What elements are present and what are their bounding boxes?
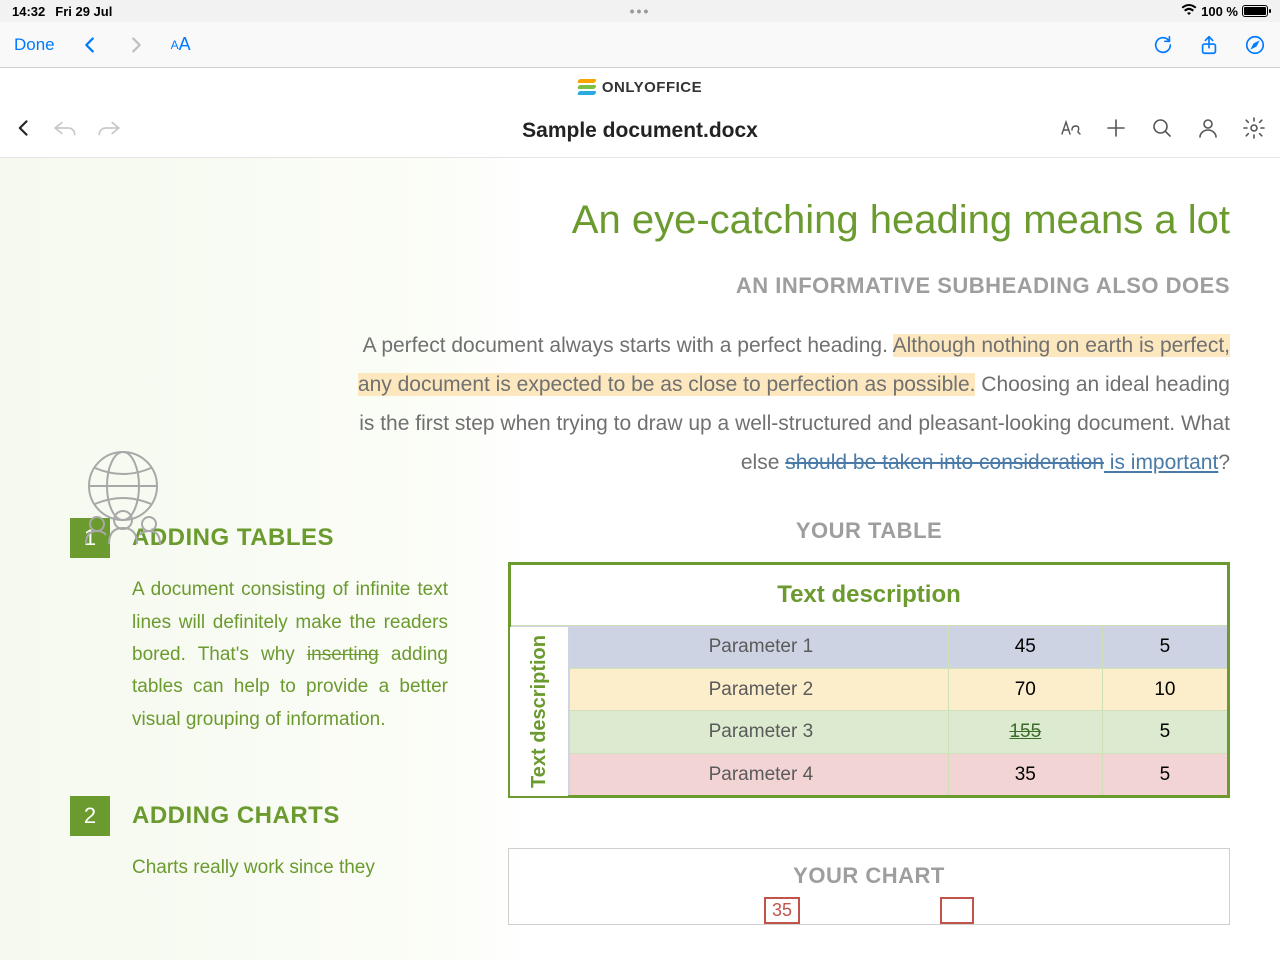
tracked-delete: should be taken into consideration (785, 451, 1104, 474)
table-cell: 5 (1102, 626, 1228, 668)
battery-icon (1242, 5, 1268, 17)
sample-table[interactable]: Text description Text description Parame… (508, 562, 1230, 798)
doc-heading-1[interactable]: An eye-catching heading means a lot (18, 198, 1230, 243)
table-side-header: Text description (510, 626, 570, 797)
table-cell: 5 (1102, 753, 1228, 797)
intro-paragraph[interactable]: A perfect document always starts with a … (18, 327, 1230, 482)
browser-toolbar: Done AA (0, 22, 1280, 68)
tracked-delete: inserting (307, 644, 379, 665)
done-button[interactable]: Done (14, 35, 55, 55)
add-icon[interactable] (1104, 116, 1128, 145)
section-number: 2 (70, 796, 110, 836)
undo-button[interactable] (52, 118, 78, 143)
nav-back-button[interactable] (79, 34, 101, 56)
brand-label: ONLYOFFICE (602, 79, 702, 96)
text-size-button[interactable]: AA (171, 34, 191, 55)
table-cell: 10 (1102, 668, 1228, 710)
sample-chart[interactable]: YOUR CHART 35 (508, 848, 1230, 925)
status-handle-dots: ••• (630, 3, 651, 19)
table-cell: Parameter 1 (570, 626, 949, 668)
app-brand: ONLYOFFICE (578, 78, 702, 96)
table-cell: 5 (1102, 711, 1228, 753)
back-button[interactable] (14, 114, 34, 147)
section-title: ADDING CHARTS (132, 802, 340, 830)
compass-icon[interactable] (1244, 34, 1266, 56)
share-button[interactable] (1198, 34, 1220, 56)
tracked-insert: is important (1104, 451, 1218, 474)
status-date: Fri 29 Jul (55, 4, 112, 19)
table-cell: 155 (948, 711, 1102, 753)
search-icon[interactable] (1150, 116, 1174, 145)
status-time: 14:32 (12, 4, 45, 19)
document-title: Sample document.docx (522, 119, 758, 143)
table-cell: Parameter 3 (570, 711, 949, 753)
wifi-icon (1181, 4, 1197, 19)
para-text: ? (1218, 451, 1230, 474)
section-2-header[interactable]: 2 ADDING CHARTS (70, 796, 448, 836)
edit-icon[interactable] (1058, 116, 1082, 145)
onlyoffice-logo-icon (578, 78, 596, 96)
document-canvas[interactable]: An eye-catching heading means a lot AN I… (0, 158, 1280, 960)
battery-percent: 100 % (1201, 4, 1238, 19)
globe-people-icon (73, 448, 173, 553)
doc-subheading[interactable]: AN INFORMATIVE SUBHEADING ALSO DOES (18, 273, 1230, 299)
table-title[interactable]: YOUR TABLE (508, 518, 1230, 544)
table-cell: 45 (948, 626, 1102, 668)
table-cell: Parameter 2 (570, 668, 949, 710)
ios-status-bar: 14:32 Fri 29 Jul ••• 100 % (0, 0, 1280, 22)
nav-forward-button[interactable] (125, 34, 147, 56)
reload-button[interactable] (1152, 34, 1174, 56)
section-2-body[interactable]: Charts really work since they (70, 852, 448, 884)
section-1-body[interactable]: A document consisting of infinite text l… (70, 574, 448, 735)
gear-icon[interactable] (1242, 116, 1266, 145)
document-page[interactable]: An eye-catching heading means a lot AN I… (0, 158, 1280, 960)
chart-value: 35 (764, 897, 800, 924)
table-cell: 70 (948, 668, 1102, 710)
user-icon[interactable] (1196, 116, 1220, 145)
redo-button[interactable] (96, 118, 122, 143)
table-cell: Parameter 4 (570, 753, 949, 797)
table-header: Text description (510, 564, 1229, 626)
chart-value (940, 897, 974, 924)
chart-title: YOUR CHART (519, 863, 1219, 889)
table-cell: 35 (948, 753, 1102, 797)
para-text: A perfect document always starts with a … (363, 334, 893, 357)
app-header: ONLYOFFICE Sample document.docx (0, 68, 1280, 158)
